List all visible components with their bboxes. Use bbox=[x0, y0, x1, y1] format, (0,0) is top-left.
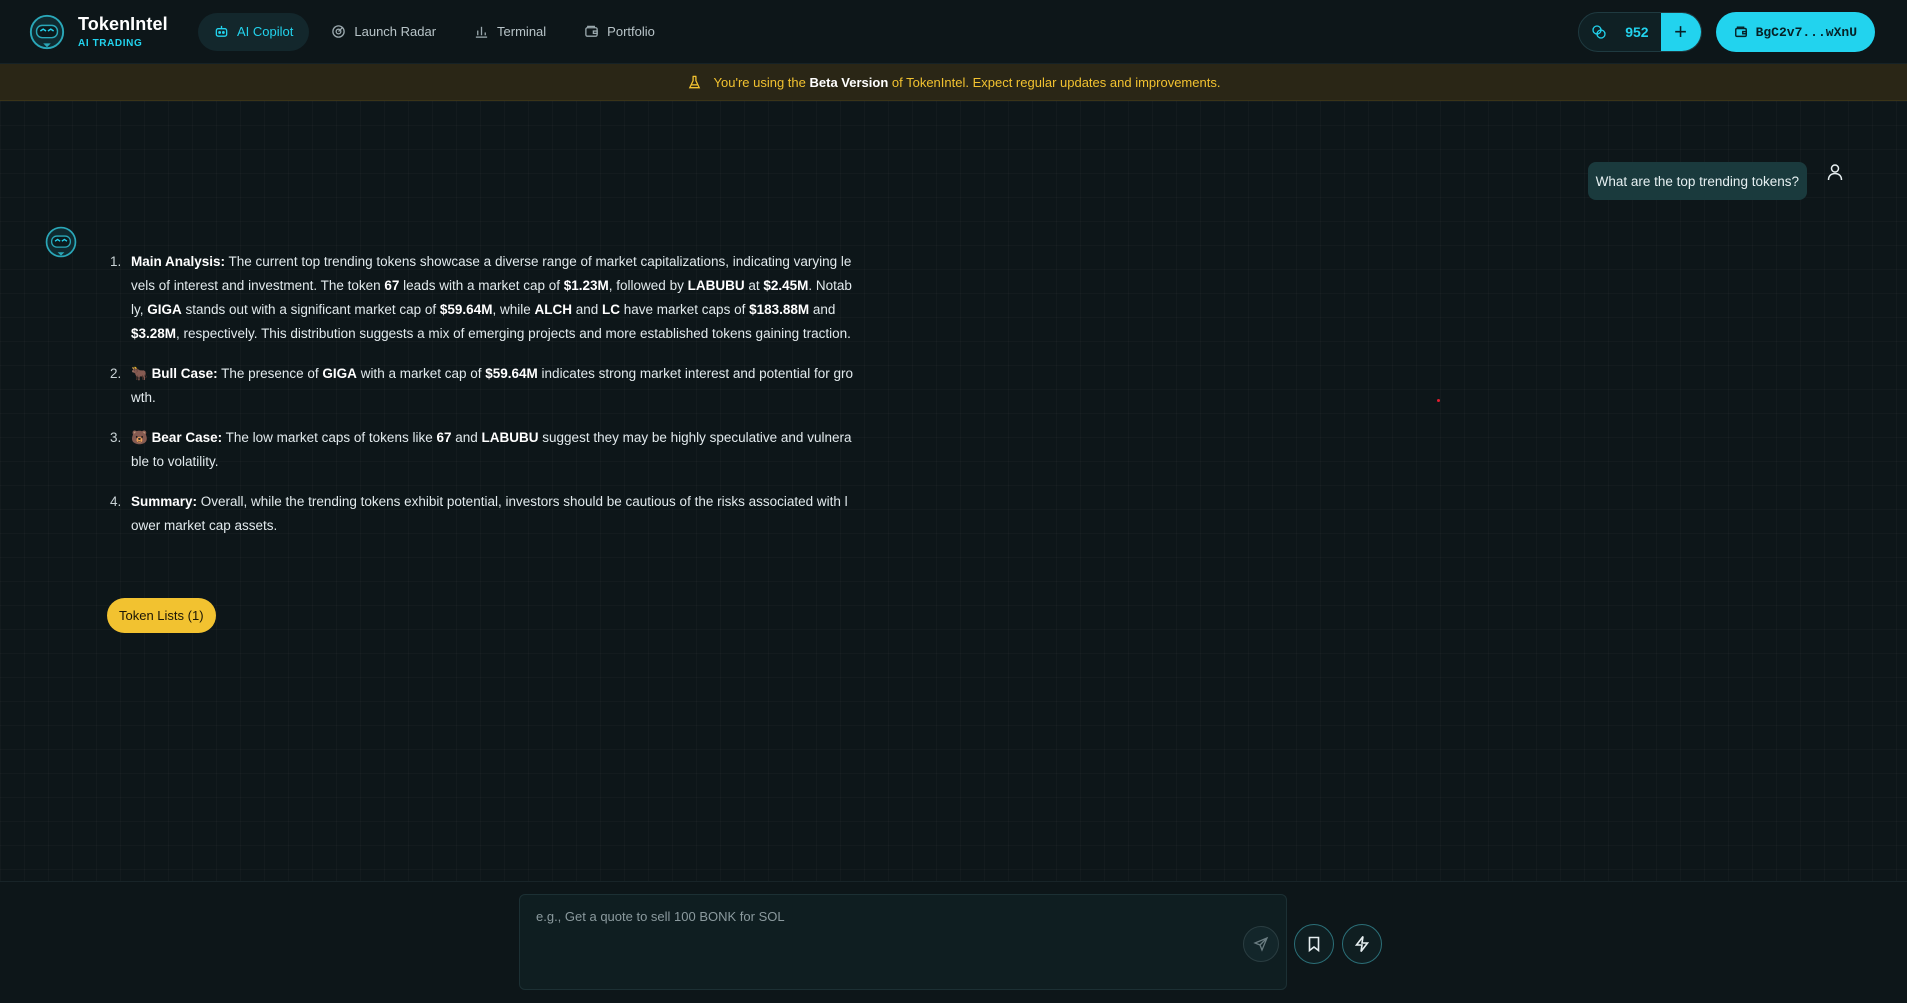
bold-text: Main Analysis: bbox=[131, 254, 226, 269]
banner-highlight: Beta Version bbox=[809, 74, 889, 90]
wallet-button[interactable]: BgC2v7...wXnU bbox=[1715, 12, 1875, 52]
bold-text: LABUBU bbox=[481, 430, 539, 445]
user-message-text: What are the top trending tokens? bbox=[1595, 173, 1799, 189]
bot-message: 1. Main Analysis: The current top trendin… bbox=[108, 250, 854, 554]
quick-actions-button[interactable] bbox=[1342, 924, 1382, 964]
nav-ai-copilot[interactable]: AI Copilot bbox=[198, 12, 310, 51]
bold-text: Bull Case: bbox=[151, 366, 218, 381]
credits-count: 952 bbox=[1625, 24, 1649, 40]
body-text: Overall, while the trending tokens exhib… bbox=[131, 494, 848, 533]
bold-text: LC bbox=[602, 302, 621, 317]
add-credits-button[interactable]: + bbox=[1660, 13, 1701, 51]
header-actions: 952 + BgC2v7...wXnU bbox=[1578, 12, 1875, 52]
list-number: 3. bbox=[110, 430, 122, 445]
body-text: , followed by bbox=[608, 278, 688, 293]
body-text: and bbox=[451, 430, 482, 445]
radar-icon bbox=[332, 25, 346, 38]
bold-text: LABUBU bbox=[687, 278, 745, 293]
chat-composer bbox=[519, 894, 1287, 990]
nav-portfolio[interactable]: Portfolio bbox=[568, 13, 671, 51]
coins-icon bbox=[1579, 24, 1619, 40]
bold-text: GIGA bbox=[322, 366, 357, 381]
bold-text: 67 bbox=[384, 278, 400, 293]
main-nav: AI Copilot Launch Radar Terminal Portfol… bbox=[198, 12, 677, 51]
body-text: stands out with a significant market cap… bbox=[181, 302, 440, 317]
bold-text: $3.28M bbox=[131, 326, 177, 341]
bot-avatar-icon bbox=[45, 226, 77, 258]
body-text: , respectively. This distribution sugges… bbox=[176, 326, 851, 341]
analysis-item: 1. Main Analysis: The current top trendin… bbox=[108, 250, 854, 346]
send-icon bbox=[1253, 936, 1269, 952]
body-text: and bbox=[809, 302, 836, 317]
nav-terminal-label: Terminal bbox=[497, 24, 547, 39]
send-button[interactable] bbox=[1243, 926, 1279, 962]
wallet-icon bbox=[585, 25, 598, 37]
body-text: The low market caps of tokens like bbox=[222, 430, 437, 445]
body-text: with a market cap of bbox=[356, 366, 486, 381]
bold-text: ALCH bbox=[534, 302, 572, 317]
banner-suffix: of TokenIntel. Expect regular updates an… bbox=[888, 74, 1221, 90]
nav-ai-copilot-label: AI Copilot bbox=[237, 24, 294, 39]
list-number: 2. bbox=[110, 366, 122, 381]
bookmark-icon bbox=[1308, 936, 1320, 953]
brand-subtitle: AI TRADING bbox=[78, 38, 143, 49]
wallet-icon bbox=[1734, 26, 1747, 38]
banner-text: You're using the Beta Version of TokenIn… bbox=[714, 75, 1221, 90]
bold-text: $183.88M bbox=[749, 302, 810, 317]
body-text: 🐻 bbox=[131, 430, 152, 445]
chat-input[interactable] bbox=[536, 905, 1096, 927]
list-number: 4. bbox=[110, 494, 122, 509]
bold-text: $1.23M bbox=[563, 278, 609, 293]
bold-text: Summary: bbox=[131, 494, 198, 509]
bold-text: $59.64M bbox=[485, 366, 538, 381]
body-text: , while bbox=[492, 302, 535, 317]
nav-launch-radar-label: Launch Radar bbox=[354, 24, 437, 39]
bold-text: GIGA bbox=[147, 302, 182, 317]
wallet-address: BgC2v7...wXnU bbox=[1755, 24, 1857, 40]
body-text: at bbox=[744, 278, 764, 293]
top-nav-bar: TokenIntel AI TRADING AI Copilot Launch … bbox=[0, 0, 1907, 64]
bold-text: Bear Case: bbox=[151, 430, 223, 445]
analysis-list: 1. Main Analysis: The current top trendin… bbox=[108, 250, 854, 538]
body-text: and bbox=[571, 302, 603, 317]
nav-terminal[interactable]: Terminal bbox=[458, 13, 562, 51]
body-text: have market caps of bbox=[620, 302, 750, 317]
body-text: leads with a market cap of bbox=[399, 278, 564, 293]
bar-chart-icon bbox=[475, 26, 488, 38]
banner-prefix: You're using the bbox=[713, 74, 810, 90]
lightning-icon bbox=[1354, 936, 1370, 952]
nav-portfolio-label: Portfolio bbox=[607, 24, 655, 39]
list-number: 1. bbox=[110, 254, 122, 269]
token-lists-button[interactable]: Token Lists (1) bbox=[107, 598, 216, 633]
brand-name: TokenIntel bbox=[78, 14, 168, 34]
beta-banner: You're using the Beta Version of TokenIn… bbox=[0, 64, 1907, 101]
body-text: 🐂 bbox=[131, 366, 152, 381]
nav-launch-radar[interactable]: Launch Radar bbox=[315, 13, 452, 51]
body-text: The presence of bbox=[217, 366, 323, 381]
bold-text: $2.45M bbox=[763, 278, 809, 293]
bold-text: $59.64M bbox=[439, 302, 493, 317]
user-message-bubble: What are the top trending tokens? bbox=[1587, 162, 1807, 200]
robot-logo-icon bbox=[29, 14, 65, 49]
analysis-item: 3. 🐻 Bear Case: The low market caps of to… bbox=[108, 426, 854, 474]
analysis-item: 2. 🐂 Bull Case: The presence of GIGA with… bbox=[108, 362, 854, 410]
bookmark-button[interactable] bbox=[1294, 924, 1334, 964]
bold-text: 67 bbox=[436, 430, 452, 445]
robot-icon bbox=[215, 25, 228, 37]
brand[interactable]: TokenIntel AI TRADING bbox=[28, 13, 198, 51]
cursor-dot bbox=[1437, 399, 1440, 402]
user-icon bbox=[1827, 164, 1843, 181]
flask-icon bbox=[688, 75, 700, 88]
analysis-item: 4. Summary: Overall, while the trending t… bbox=[108, 490, 854, 538]
credits-widget: 952 + bbox=[1578, 12, 1702, 52]
